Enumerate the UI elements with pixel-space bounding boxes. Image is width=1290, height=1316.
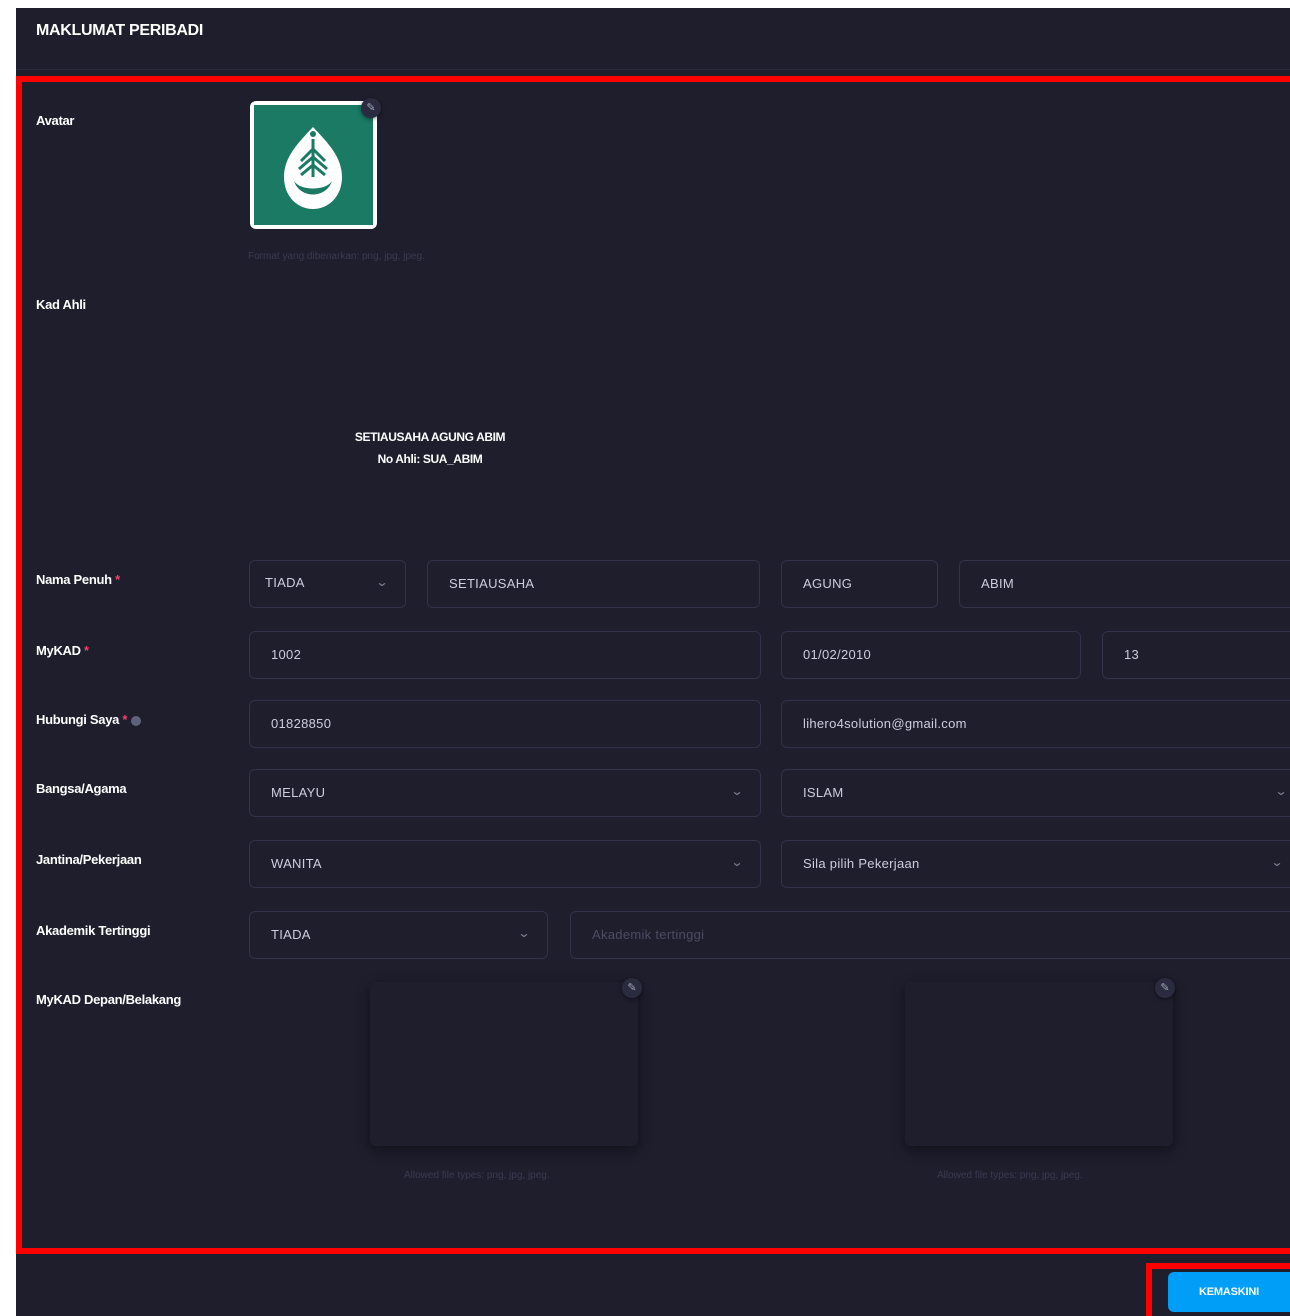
button-highlight-box bbox=[1146, 1263, 1290, 1316]
page-title: MAKLUMAT PERIBADI bbox=[36, 22, 204, 39]
form-highlight-box bbox=[16, 76, 1290, 1254]
card-header: MAKLUMAT PERIBADI bbox=[16, 8, 1290, 70]
